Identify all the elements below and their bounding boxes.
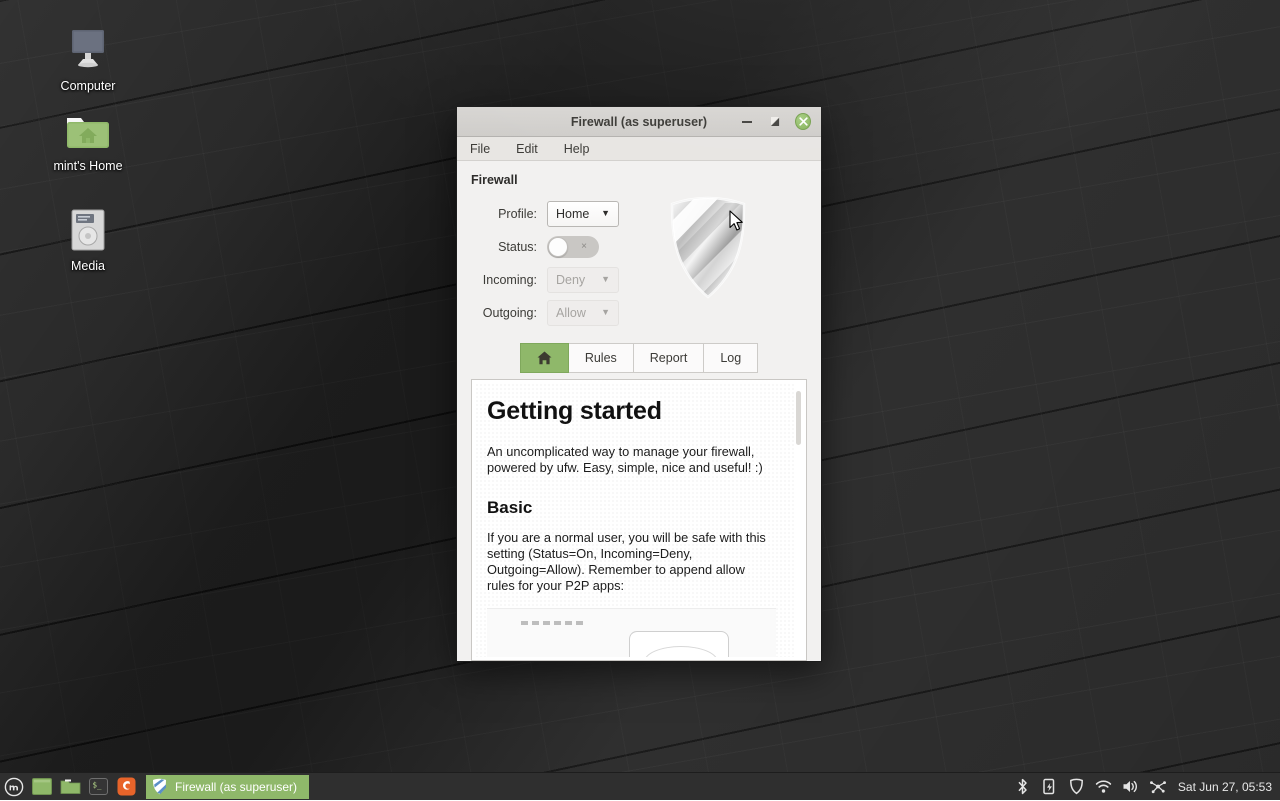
outgoing-label: Outgoing: [471,306,547,320]
mint-menu-button[interactable] [0,773,28,801]
volume-icon[interactable] [1122,778,1140,796]
status-label: Status: [471,240,547,254]
tab-report-label: Report [650,351,688,365]
network-icon[interactable] [1149,778,1167,796]
file-manager-icon [60,778,81,795]
incoming-select[interactable]: Deny ▼ [547,267,619,293]
menubar[interactable]: File Edit Help [457,137,821,161]
doc-heading: Getting started [487,397,776,426]
firewall-status-shield [665,193,751,308]
incoming-value: Deny [556,273,585,287]
outgoing-select[interactable]: Allow ▼ [547,300,619,326]
profile-value: Home [556,207,589,221]
window-titlebar[interactable]: Firewall (as superuser) [457,107,821,137]
chevron-down-icon: ▼ [601,209,610,218]
chevron-down-icon: ▼ [601,275,610,284]
doc-basic-heading: Basic [487,498,776,518]
thumbnail-toolbar [521,621,583,625]
tab-rules[interactable]: Rules [569,343,634,373]
window-body: Firewall Profile: Home ▼ Status: [457,161,821,661]
status-row: Status: × [471,230,651,263]
hard-drive-icon [68,202,108,254]
minimize-icon [742,121,752,123]
clock[interactable]: Sat Jun 27, 05:53 [1176,780,1272,794]
firefox-button[interactable] [112,773,140,801]
incoming-row: Incoming: Deny ▼ [471,263,651,296]
tab-log[interactable]: Log [704,343,758,373]
desktop-icon-label: Media [71,259,105,273]
terminal-icon: $_ [89,778,108,795]
desktop[interactable]: Computer mint's Home Media [0,0,1280,800]
update-shield-icon[interactable] [1068,778,1086,796]
profile-select[interactable]: Home ▼ [547,201,619,227]
outgoing-row: Outgoing: Allow ▼ [471,296,651,329]
taskbar-window-button[interactable]: Firewall (as superuser) [146,775,309,799]
tab-log-label: Log [720,351,741,365]
section-title: Firewall [471,173,807,187]
taskbar-window-label: Firewall (as superuser) [175,780,297,794]
doc-basic-text: If you are a normal user, you will be sa… [487,530,776,594]
system-tray[interactable]: Sat Jun 27, 05:53 [1014,778,1280,796]
content-pane: Getting started An uncomplicated way to … [471,379,807,661]
desktop-icon-label: mint's Home [53,159,122,173]
show-desktop-button[interactable] [28,773,56,801]
maximize-icon [771,117,780,126]
taskbar[interactable]: $_ Firewall (as superuser) [0,772,1280,800]
doc-intro: An uncomplicated way to manage your fire… [487,444,776,476]
close-icon [795,113,811,130]
minimize-button[interactable] [739,114,755,130]
scrollbar-thumb[interactable] [796,391,801,445]
wifi-icon[interactable] [1095,778,1113,796]
firefox-icon [117,777,136,796]
thumbnail-dialog [629,631,729,657]
toggle-knob [548,237,568,257]
tab-report[interactable]: Report [634,343,705,373]
toggle-off-mark: × [581,241,587,252]
firewall-settings-form: Profile: Home ▼ Status: × [471,197,807,329]
vertical-scrollbar[interactable] [794,383,803,657]
incoming-label: Incoming: [471,273,547,287]
battery-icon[interactable] [1041,778,1059,796]
desktop-icon-label: Computer [61,79,116,93]
profile-label: Profile: [471,207,547,221]
tab-bar[interactable]: Rules Report Log [471,343,807,373]
shield-icon [665,193,751,303]
svg-text:$_: $_ [92,781,102,790]
firewall-window[interactable]: Firewall (as superuser) [456,106,822,662]
getting-started-document: Getting started An uncomplicated way to … [487,397,776,657]
menu-item-file[interactable]: File [467,140,493,158]
show-desktop-icon [32,778,52,795]
status-toggle[interactable]: × [547,236,599,258]
file-manager-button[interactable] [56,773,84,801]
computer-monitor-icon [64,22,112,74]
home-icon [537,351,552,365]
home-folder-icon [63,102,113,154]
menu-item-edit[interactable]: Edit [513,140,541,158]
tab-rules-label: Rules [585,351,617,365]
mint-menu-icon [4,777,24,797]
desktop-icon-home[interactable]: mint's Home [32,102,144,173]
close-button[interactable] [795,114,811,130]
chevron-down-icon: ▼ [601,308,610,317]
outgoing-value: Allow [556,306,586,320]
terminal-button[interactable]: $_ [84,773,112,801]
doc-screenshot-thumbnail [487,608,776,657]
menu-item-help[interactable]: Help [561,140,593,158]
desktop-icon-computer[interactable]: Computer [32,22,144,93]
tab-home[interactable] [520,343,569,373]
bluetooth-icon[interactable] [1014,778,1032,796]
shield-icon [152,778,167,795]
profile-row: Profile: Home ▼ [471,197,651,230]
desktop-icon-media[interactable]: Media [32,202,144,273]
maximize-button[interactable] [767,114,783,130]
scroll-area[interactable]: Getting started An uncomplicated way to … [475,383,794,657]
